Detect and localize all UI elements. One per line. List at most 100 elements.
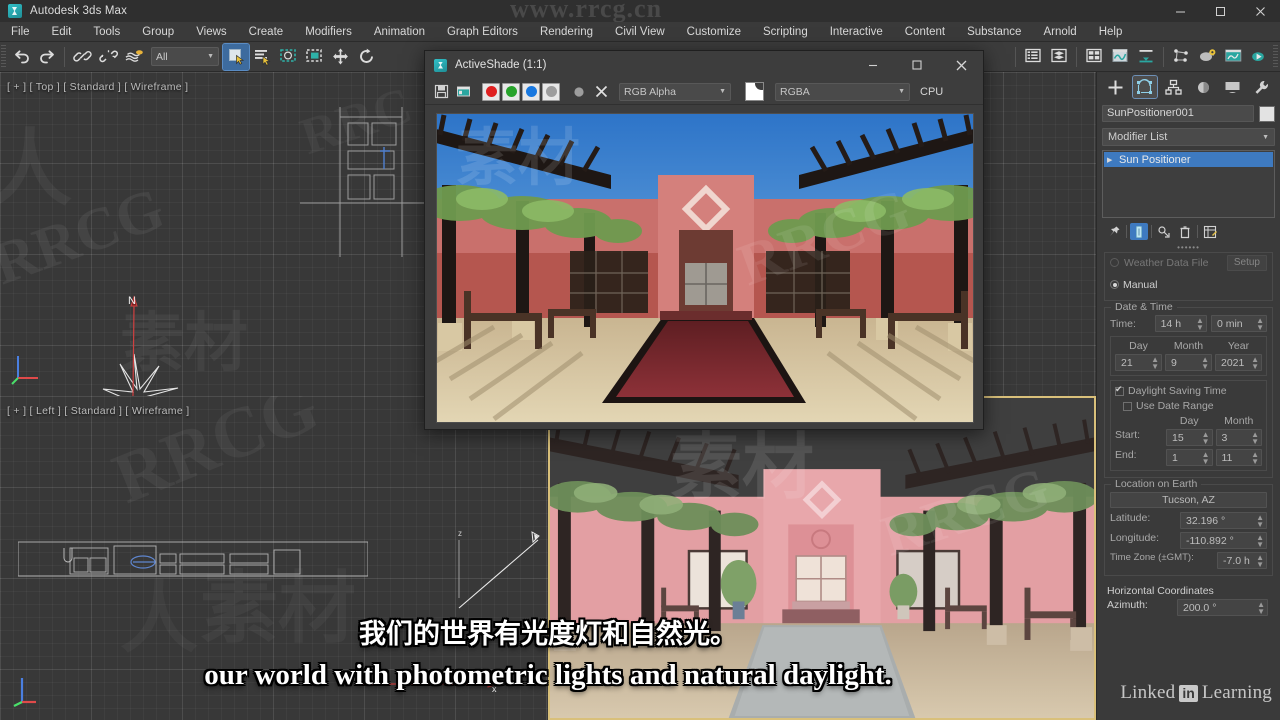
menu-item-scripting[interactable]: Scripting: [752, 22, 819, 42]
start-month-spinner[interactable]: 3 ▲ ▼: [1215, 429, 1262, 446]
bind-space-warp-icon[interactable]: [121, 44, 147, 70]
day-spinner[interactable]: 21 ▲ ▼: [1115, 354, 1162, 371]
menu-item-graph-editors[interactable]: Graph Editors: [436, 22, 529, 42]
end-day-spinner[interactable]: 1 ▲ ▼: [1166, 449, 1213, 466]
start-day-spinner[interactable]: 15 ▲ ▼: [1166, 429, 1213, 446]
use-date-range-checkbox[interactable]: [1123, 401, 1132, 411]
spinner-arrows-icon-6[interactable]: ▲ ▼: [1202, 430, 1210, 445]
wrench-icon[interactable]: [1249, 76, 1273, 98]
time-hours-spinner[interactable]: 14 h ▲ ▼: [1154, 315, 1207, 332]
activeshade-maximize-icon[interactable]: [895, 51, 939, 79]
rollout-scroll-divider[interactable]: ••••••: [1097, 243, 1280, 252]
motion-tab[interactable]: [1191, 76, 1215, 98]
blue-channel-button[interactable]: [522, 82, 540, 101]
create-tab[interactable]: [1104, 76, 1128, 98]
month-spinner[interactable]: 9 ▲ ▼: [1165, 354, 1212, 371]
expand-arrow-icon[interactable]: ▶: [1107, 156, 1115, 164]
maximize-icon[interactable]: [1200, 0, 1240, 22]
selection-filter-combo[interactable]: All ▼: [151, 47, 219, 66]
layer-select[interactable]: RGBA ▼: [775, 82, 910, 101]
spinner-arrows-icon[interactable]: ▲ ▼: [1196, 316, 1204, 331]
save-image-icon[interactable]: [431, 82, 451, 102]
modify-tab[interactable]: [1131, 75, 1158, 99]
menu-item-edit[interactable]: Edit: [41, 22, 83, 42]
activeshade-minimize-icon[interactable]: [851, 51, 895, 79]
scene-explorer-icon[interactable]: [1020, 44, 1046, 70]
display-tab[interactable]: [1220, 76, 1244, 98]
menu-item-animation[interactable]: Animation: [363, 22, 436, 42]
menu-item-help[interactable]: Help: [1088, 22, 1134, 42]
menu-item-views[interactable]: Views: [185, 22, 237, 42]
close-icon[interactable]: [1240, 0, 1280, 22]
menu-item-create[interactable]: Create: [238, 22, 295, 42]
select-by-name-icon[interactable]: [249, 44, 275, 70]
weather-data-file-radio[interactable]: [1110, 258, 1119, 267]
select-and-rotate-icon[interactable]: [353, 44, 379, 70]
latitude-spinner[interactable]: 32.196 ° ▲ ▼: [1180, 512, 1267, 529]
menu-item-interactive[interactable]: Interactive: [819, 22, 894, 42]
remove-modifier-icon[interactable]: [1176, 223, 1194, 240]
menu-item-content[interactable]: Content: [894, 22, 956, 42]
sun-positioner-compass[interactable]: N E: [60, 292, 260, 396]
sun-direction-vector[interactable]: z: [440, 526, 548, 636]
rectangular-selection-region-icon[interactable]: [275, 44, 301, 70]
spinner-arrows-icon-2[interactable]: ▲ ▼: [1256, 316, 1264, 331]
red-channel-button[interactable]: [482, 82, 500, 101]
viewport-left[interactable]: RRCG 素材 人: [0, 396, 548, 720]
spinner-arrows-icon-12[interactable]: ▲ ▼: [1256, 553, 1264, 568]
longitude-spinner[interactable]: -110.892 ° ▲ ▼: [1180, 532, 1267, 549]
render-setup-icon[interactable]: [1220, 44, 1246, 70]
window-crossing-icon[interactable]: [301, 44, 327, 70]
spinner-arrows-icon-13[interactable]: ▲ ▼: [1257, 600, 1265, 615]
spinner-arrows-icon-5[interactable]: ▲ ▼: [1251, 355, 1259, 370]
daylight-saving-checkbox[interactable]: [1115, 384, 1124, 396]
toolbar-grip-right[interactable]: [1273, 44, 1278, 69]
menu-item-substance[interactable]: Substance: [956, 22, 1032, 42]
unlink-selection-icon[interactable]: [95, 44, 121, 70]
material-editor-icon[interactable]: [1194, 44, 1220, 70]
viewport-perspective[interactable]: 素材 RRCG: [548, 396, 1096, 720]
background-color-swatch[interactable]: [745, 82, 764, 101]
schematic-view-icon[interactable]: [1168, 44, 1194, 70]
azimuth-spinner[interactable]: 200.0 ° ▲ ▼: [1177, 599, 1268, 616]
select-link-icon[interactable]: [69, 44, 95, 70]
curve-editor-icon[interactable]: [1107, 44, 1133, 70]
object-name-field[interactable]: SunPositioner001: [1102, 105, 1254, 122]
undo-icon[interactable]: [8, 44, 34, 70]
modifier-stack[interactable]: ▶ Sun Positioner: [1102, 150, 1275, 218]
spinner-arrows-icon-10[interactable]: ▲ ▼: [1256, 513, 1264, 528]
spinner-arrows-icon-4[interactable]: ▲ ▼: [1201, 355, 1209, 370]
redo-icon[interactable]: [34, 44, 60, 70]
menu-item-arnold[interactable]: Arnold: [1032, 22, 1087, 42]
spinner-arrows-icon-8[interactable]: ▲ ▼: [1202, 450, 1210, 465]
year-spinner[interactable]: 2021 ▲ ▼: [1215, 354, 1262, 371]
clone-rendered-frame-icon[interactable]: [453, 82, 473, 102]
hierarchy-tab[interactable]: [1162, 76, 1186, 98]
manual-radio[interactable]: [1110, 280, 1119, 289]
activeshade-window[interactable]: ActiveShade (1:1) RGB Alpha ▼ RGBA ▼ CPU: [424, 50, 984, 430]
setup-button[interactable]: Setup: [1226, 254, 1267, 271]
pin-stack-icon[interactable]: [1105, 223, 1123, 240]
spinner-arrows-icon-7[interactable]: ▲ ▼: [1251, 430, 1259, 445]
channel-select[interactable]: RGB Alpha ▼: [619, 82, 731, 101]
time-minutes-spinner[interactable]: 0 min ▲ ▼: [1210, 315, 1267, 332]
menu-item-customize[interactable]: Customize: [676, 22, 752, 42]
show-end-result-icon[interactable]: [1130, 223, 1148, 240]
modifier-stack-item-sun-positioner[interactable]: ▶ Sun Positioner: [1104, 152, 1273, 167]
minimize-icon[interactable]: [1160, 0, 1200, 22]
manage-scene-states-icon[interactable]: [1081, 44, 1107, 70]
menu-item-tools[interactable]: Tools: [82, 22, 131, 42]
end-month-spinner[interactable]: 11 ▲ ▼: [1215, 449, 1262, 466]
set-key-icon[interactable]: [1133, 44, 1159, 70]
render-production-icon[interactable]: [1246, 44, 1272, 70]
menu-item-group[interactable]: Group: [131, 22, 185, 42]
object-color-swatch[interactable]: [1259, 105, 1275, 122]
select-object-icon[interactable]: [222, 42, 250, 71]
clear-image-icon[interactable]: [591, 82, 611, 102]
mono-channel-button[interactable]: [569, 82, 589, 102]
toolbar-grip[interactable]: [1, 44, 6, 69]
activeshade-title-bar[interactable]: ActiveShade (1:1): [425, 51, 983, 79]
layer-explorer-icon[interactable]: [1046, 44, 1072, 70]
menu-item-civil-view[interactable]: Civil View: [604, 22, 676, 42]
make-unique-icon[interactable]: [1155, 223, 1173, 240]
